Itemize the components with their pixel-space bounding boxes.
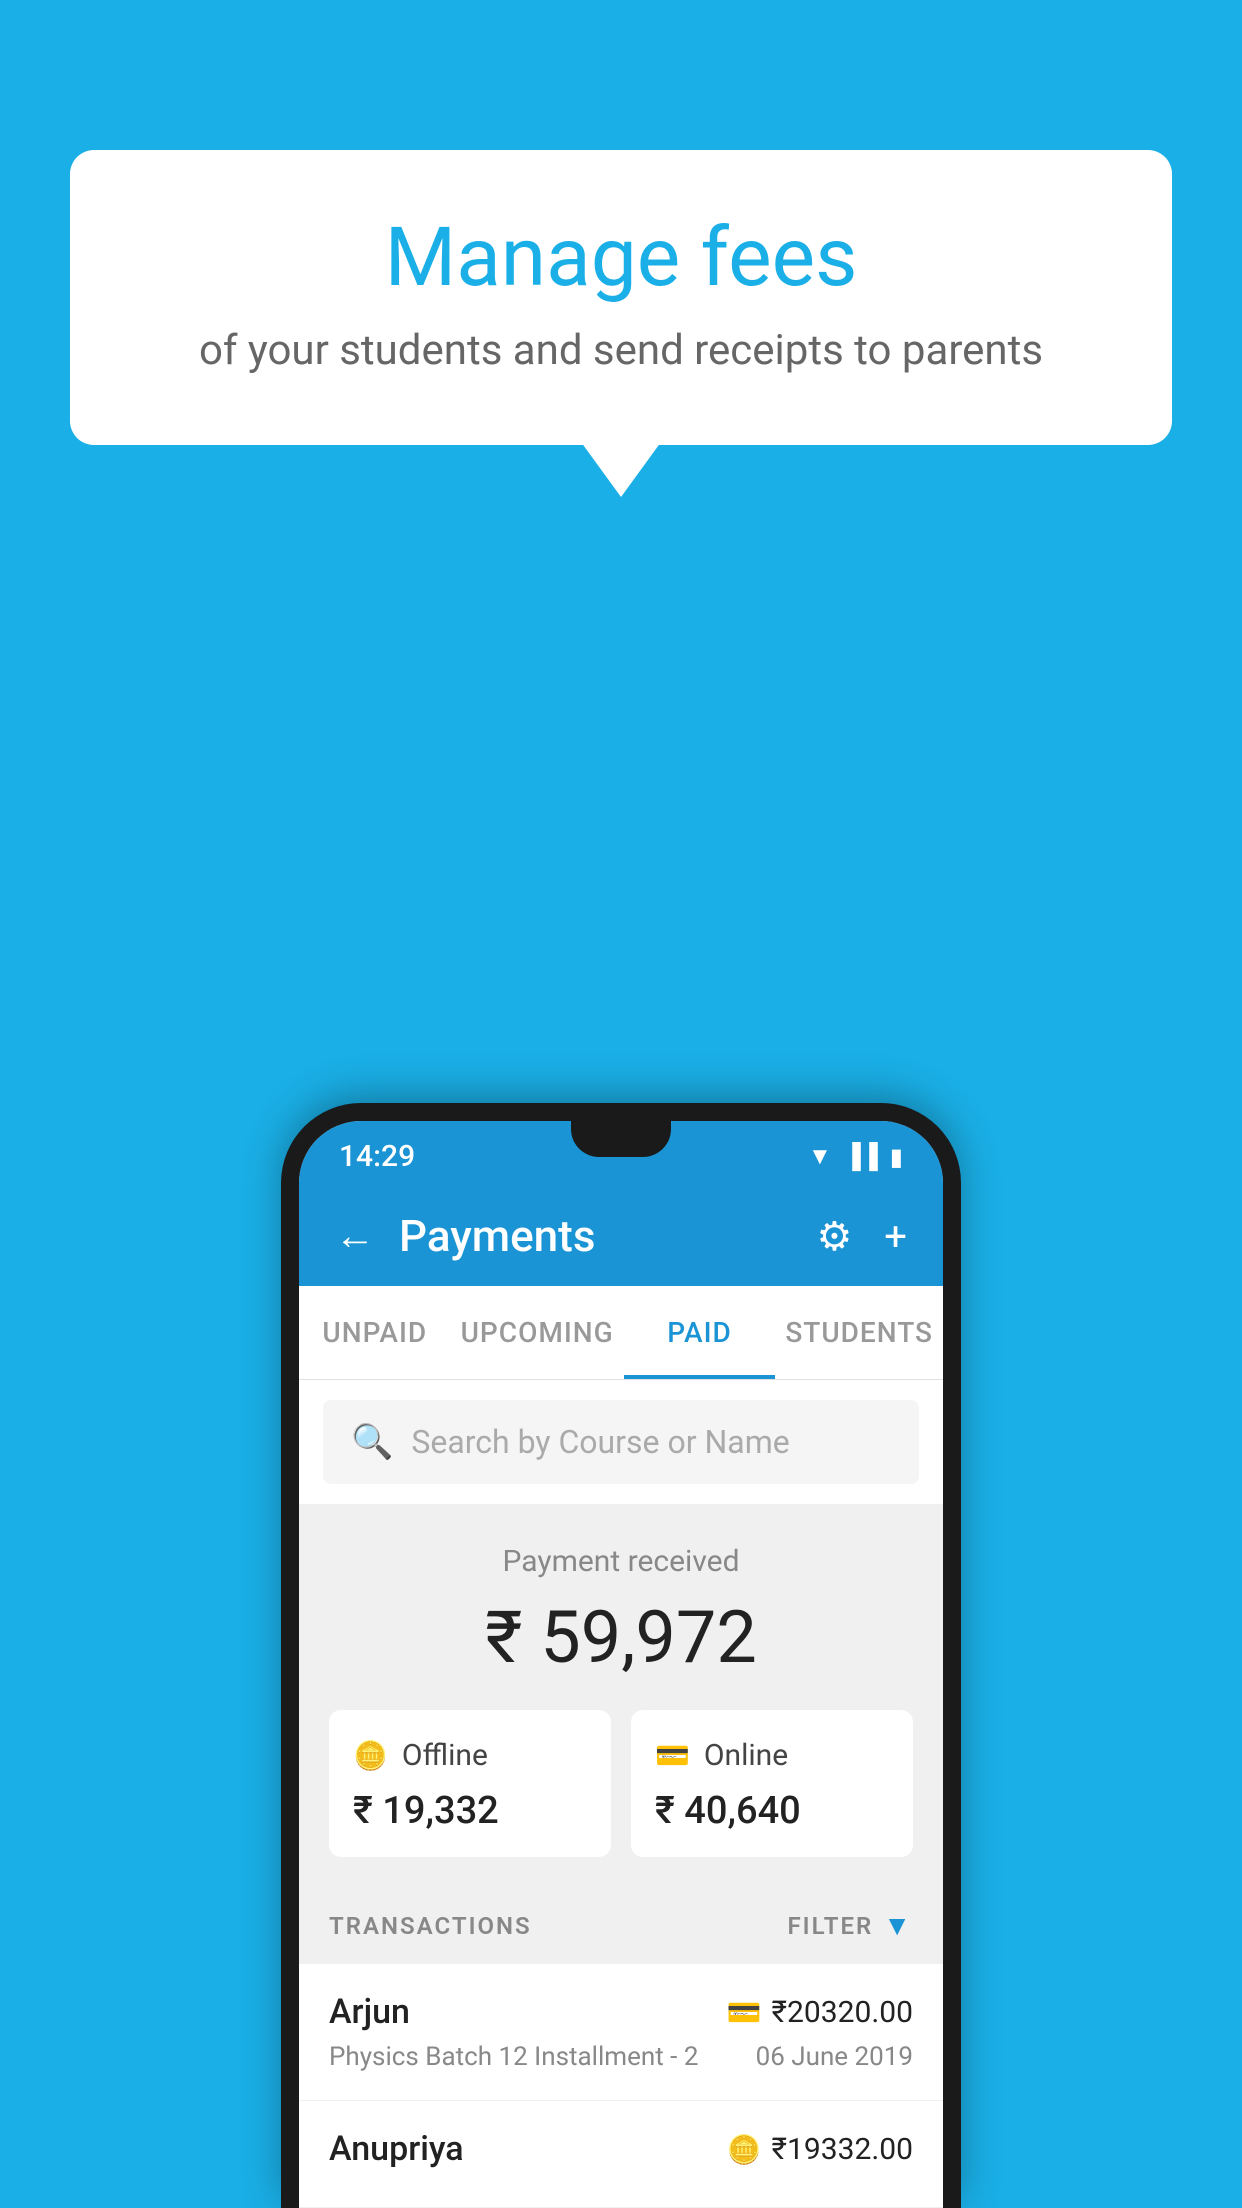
transactions-header: TRANSACTIONS FILTER ▼ (299, 1887, 943, 1964)
transaction-name: Anupriya (329, 2129, 464, 2169)
transaction-name: Arjun (329, 1992, 410, 2032)
online-label: Online (704, 1738, 788, 1773)
status-icons: ▼ ▐▐ ▮ (808, 1142, 903, 1171)
phone-frame: 14:29 ▼ ▐▐ ▮ ← Payments ⚙ + UNPAID (281, 1103, 961, 2208)
phone-screen: 14:29 ▼ ▐▐ ▮ ← Payments ⚙ + UNPAID (299, 1121, 943, 2208)
transaction-top: Anupriya 🪙 ₹19332.00 (329, 2129, 913, 2169)
filter-label: FILTER (787, 1912, 873, 1940)
transaction-row[interactable]: Anupriya 🪙 ₹19332.00 (299, 2101, 943, 2208)
offline-icon: 🪙 (353, 1739, 388, 1772)
online-card-header: 💳 Online (655, 1738, 889, 1773)
online-amount: ₹ 40,640 (655, 1789, 889, 1833)
payment-total-amount: ₹ 59,972 (329, 1595, 913, 1680)
payment-cards: 🪙 Offline ₹ 19,332 💳 Online ₹ 40,640 (329, 1710, 913, 1857)
battery-icon: ▮ (890, 1143, 903, 1171)
header-right: ⚙ + (816, 1213, 907, 1260)
phone-notch (571, 1121, 671, 1157)
payment-summary: Payment received ₹ 59,972 🪙 Offline ₹ 19… (299, 1504, 943, 1887)
payment-received-label: Payment received (329, 1544, 913, 1579)
offline-card: 🪙 Offline ₹ 19,332 (329, 1710, 611, 1857)
transaction-bottom: Physics Batch 12 Installment - 2 06 June… (329, 2042, 913, 2072)
header-title: Payments (399, 1210, 595, 1262)
wifi-icon: ▼ (808, 1142, 832, 1171)
speech-bubble: Manage fees of your students and send re… (70, 150, 1172, 445)
offline-card-header: 🪙 Offline (353, 1738, 587, 1773)
tab-upcoming[interactable]: UPCOMING (451, 1286, 624, 1379)
tabs-container: UNPAID UPCOMING PAID STUDENTS (299, 1286, 943, 1380)
transaction-amount: ₹20320.00 (772, 1995, 913, 2030)
speech-bubble-subtitle: of your students and send receipts to pa… (150, 326, 1092, 375)
add-icon[interactable]: + (884, 1213, 907, 1260)
payment-type-icon: 🪙 (727, 2133, 762, 2166)
tab-paid[interactable]: PAID (624, 1286, 776, 1379)
search-bar[interactable]: 🔍 Search by Course or Name (323, 1400, 919, 1484)
transaction-date: 06 June 2019 (756, 2042, 913, 2072)
header-left: ← Payments (335, 1210, 595, 1262)
transactions-label: TRANSACTIONS (329, 1912, 532, 1940)
transaction-course: Physics Batch 12 Installment - 2 (329, 2042, 698, 2072)
offline-label: Offline (402, 1738, 488, 1773)
app-header: ← Payments ⚙ + (299, 1186, 943, 1286)
signal-icon: ▐▐ (844, 1142, 878, 1171)
online-icon: 💳 (655, 1739, 690, 1772)
transaction-top: Arjun 💳 ₹20320.00 (329, 1992, 913, 2032)
tab-students[interactable]: STUDENTS (775, 1286, 943, 1379)
search-icon: 🔍 (351, 1422, 393, 1462)
tab-unpaid[interactable]: UNPAID (299, 1286, 451, 1379)
filter-icon: ▼ (883, 1909, 913, 1942)
transaction-amount: ₹19332.00 (772, 2132, 913, 2167)
search-container: 🔍 Search by Course or Name (299, 1380, 943, 1504)
payment-type-icon: 💳 (727, 1996, 762, 2029)
filter-button[interactable]: FILTER ▼ (787, 1909, 913, 1942)
settings-icon[interactable]: ⚙ (816, 1213, 852, 1260)
status-time: 14:29 (339, 1139, 415, 1174)
offline-amount: ₹ 19,332 (353, 1789, 587, 1833)
speech-bubble-container: Manage fees of your students and send re… (70, 150, 1172, 445)
search-placeholder: Search by Course or Name (411, 1423, 789, 1461)
transaction-amount-wrap: 🪙 ₹19332.00 (727, 2132, 913, 2167)
transaction-amount-wrap: 💳 ₹20320.00 (727, 1995, 913, 2030)
speech-bubble-title: Manage fees (150, 210, 1092, 306)
transaction-row[interactable]: Arjun 💳 ₹20320.00 Physics Batch 12 Insta… (299, 1964, 943, 2101)
online-card: 💳 Online ₹ 40,640 (631, 1710, 913, 1857)
back-button[interactable]: ← (335, 1216, 375, 1256)
